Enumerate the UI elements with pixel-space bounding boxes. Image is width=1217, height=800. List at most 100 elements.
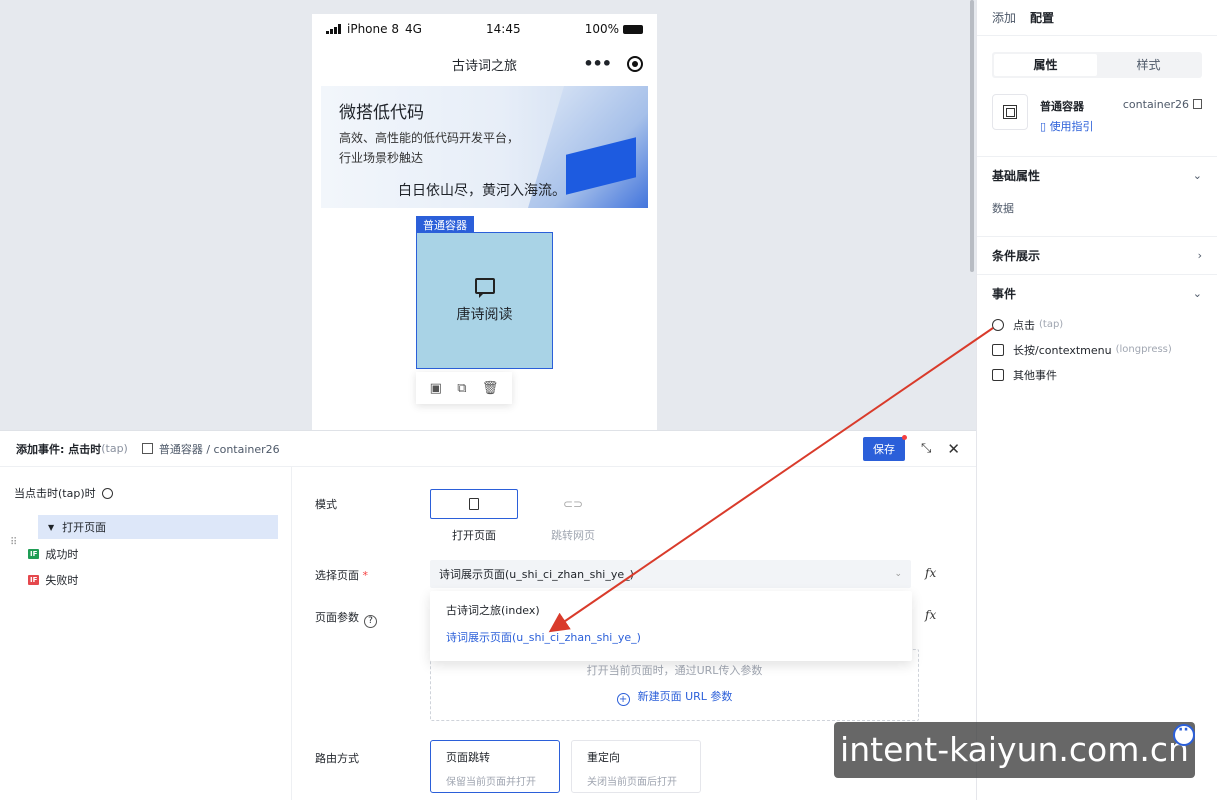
tree-item-label: 成功时	[45, 548, 79, 561]
event-editor-title: 添加事件: 点击时	[16, 442, 102, 456]
event-editor-panel: 添加事件: 点击时 (tap) 普通容器 / container26 保存 ⤡ …	[0, 430, 976, 800]
event-label: 长按/contextmenu	[1013, 343, 1112, 357]
conditional-display-title: 条件展示	[992, 249, 1041, 263]
network-label: 4G	[404, 22, 422, 36]
event-editor-header: 添加事件: 点击时 (tap) 普通容器 / container26 保存 ⤡ …	[0, 431, 976, 467]
config-panel: 添加 配置 属性 样式 普通容器 ▯ 使用指引 container26 基础属性…	[976, 0, 1217, 800]
container-icon	[141, 443, 153, 454]
component-id: container26	[1123, 98, 1202, 111]
mode-label: 模式	[315, 498, 337, 511]
breadcrumb-text: 普通容器 / container26	[158, 442, 280, 456]
delete-icon[interactable]: 🗑	[482, 381, 499, 396]
add-url-param-label: 新建页面 URL 参数	[637, 690, 733, 703]
more-icon[interactable]: •••	[583, 54, 612, 73]
required-mark: *	[362, 569, 369, 582]
tree-item-success[interactable]: IF 成功时	[28, 542, 277, 566]
tab-properties[interactable]: 属性	[994, 54, 1097, 76]
page-params-label: 页面参数?	[315, 609, 377, 628]
basic-properties-section: 基础属性 ⌄ 数据	[977, 156, 1217, 236]
trigger-text: 当点击时(tap)时	[14, 487, 96, 500]
tree-item-fail[interactable]: IF 失败时	[28, 568, 277, 592]
page-select[interactable]: 诗词展示页面(u_shi_ci_zhan_shi_ye_) ⌄	[430, 560, 911, 588]
help-icon[interactable]: ?	[364, 614, 377, 628]
status-bar: iPhone 8 4G 14:45 100%	[312, 14, 657, 44]
carrier-label: iPhone 8	[347, 22, 399, 36]
event-tap[interactable]: 点击 (tap)	[992, 312, 1202, 337]
book-icon: ▯	[1040, 120, 1050, 133]
close-capsule-icon[interactable]	[627, 55, 643, 72]
component-id-label: container26	[1122, 98, 1189, 111]
container-label: 唐诗阅读	[456, 306, 513, 323]
plus-circle-icon: +	[616, 693, 630, 706]
assistant-icon[interactable]	[1173, 722, 1195, 746]
tab-config[interactable]: 配置	[1030, 9, 1054, 26]
chevron-down-icon: ⌄	[1192, 169, 1202, 182]
config-tabs: 添加 配置	[977, 0, 1217, 36]
page-params-hint: 打开当前页面时，通过URL传入参数	[586, 664, 763, 677]
if-badge: IF	[28, 575, 40, 585]
route-option-title: 重定向	[587, 751, 620, 764]
battery-icon	[623, 24, 643, 34]
component-name: 普通容器	[1040, 100, 1084, 113]
mode-web-jump-card[interactable]: ⊂⊃	[529, 489, 617, 519]
events-header[interactable]: 事件 ⌄	[992, 275, 1202, 312]
event-hint: (tap)	[1039, 319, 1064, 330]
dropdown-option[interactable]: 古诗词之旅(index)	[430, 597, 912, 624]
mode-open-page-card[interactable]	[430, 489, 518, 519]
tab-add[interactable]: 添加	[992, 9, 1016, 26]
selected-container[interactable]: 唐诗阅读	[416, 232, 553, 369]
route-option-navigate[interactable]: 页面跳转 保留当前页面并打开	[430, 740, 560, 793]
basic-properties-data: 数据	[992, 202, 1014, 215]
trigger-label: 当点击时(tap)时	[14, 485, 277, 501]
conditional-display-header[interactable]: 条件展示 ›	[992, 237, 1202, 274]
caret-down-icon[interactable]: ▼	[48, 523, 54, 532]
component-card: 普通容器 ▯ 使用指引 container26	[977, 78, 1217, 156]
usage-guide-label: 使用指引	[1049, 120, 1094, 133]
page-select-label: 选择页面 *	[315, 567, 368, 583]
page-select-dropdown: 古诗词之旅(index) 诗词展示页面(u_shi_ci_zhan_shi_ye…	[430, 591, 912, 661]
container-toolbar: ▣ ⧉ 🗑	[416, 372, 512, 404]
basic-properties-header[interactable]: 基础属性 ⌄	[992, 157, 1202, 194]
copy-id-icon[interactable]	[1193, 99, 1202, 109]
save-button[interactable]: 保存	[863, 434, 908, 461]
add-url-param-button[interactable]: + 新建页面 URL 参数	[431, 688, 918, 706]
nav-title: 古诗词之旅	[451, 58, 517, 74]
chat-icon	[474, 277, 495, 298]
canvas-scrollbar[interactable]	[970, 0, 974, 272]
fx-icon[interactable]: fx	[925, 566, 936, 580]
gear-icon[interactable]	[101, 487, 113, 499]
save-icon[interactable]: ▣	[430, 381, 442, 396]
event-label: 点击	[1013, 318, 1035, 332]
calendar-icon	[992, 368, 1004, 381]
event-flow-tree: 当点击时(tap)时 ⠿ ▼ 打开页面 IF 成功时 IF 失败时	[0, 467, 292, 800]
expand-icon[interactable]: ⤡	[921, 441, 931, 456]
event-editor-title-hint: (tap)	[101, 442, 128, 455]
banner-image[interactable]: 微搭低代码 高效、高性能的低代码开发平台，行业场景秒触达 白日依山尽，黄河入海流…	[321, 86, 648, 208]
dropdown-option-selected[interactable]: 诗词展示页面(u_shi_ci_zhan_shi_ye_)	[430, 624, 912, 651]
property-style-switch: 属性 样式	[992, 52, 1202, 78]
close-icon[interactable]: ✕	[947, 440, 960, 458]
phone-preview: iPhone 8 4G 14:45 100% 古诗词之旅 ••• 微搭低代码 高…	[312, 14, 657, 434]
document-icon	[469, 498, 479, 510]
event-label: 其他事件	[1013, 368, 1057, 382]
page-params-label-text: 页面参数	[315, 611, 359, 624]
event-longpress[interactable]: 长按/contextmenu (longpress)	[992, 337, 1202, 362]
chevron-down-icon: ⌄	[1192, 287, 1202, 300]
basic-properties-title: 基础属性	[992, 169, 1041, 183]
route-option-redirect[interactable]: 重定向 关闭当前页面后打开	[571, 740, 701, 793]
page-select-label-text: 选择页面	[315, 569, 359, 582]
event-other[interactable]: 其他事件	[992, 362, 1202, 387]
copy-icon[interactable]: ⧉	[457, 381, 466, 396]
usage-guide-link[interactable]: ▯ 使用指引	[1040, 118, 1094, 134]
chevron-right-icon: ›	[1197, 249, 1202, 262]
drag-handle-icon[interactable]: ⠿	[10, 537, 17, 548]
if-badge: IF	[28, 549, 40, 559]
link-icon: ⊂⊃	[562, 497, 584, 511]
route-mode-label: 路由方式	[315, 752, 359, 765]
longpress-icon	[992, 343, 1004, 356]
tab-styles[interactable]: 样式	[1097, 54, 1200, 76]
status-time: 14:45	[486, 22, 521, 36]
fx-icon[interactable]: fx	[925, 608, 936, 622]
tree-item-label: 失败时	[45, 574, 79, 587]
tree-item-open-page[interactable]: ▼ 打开页面	[38, 515, 278, 539]
